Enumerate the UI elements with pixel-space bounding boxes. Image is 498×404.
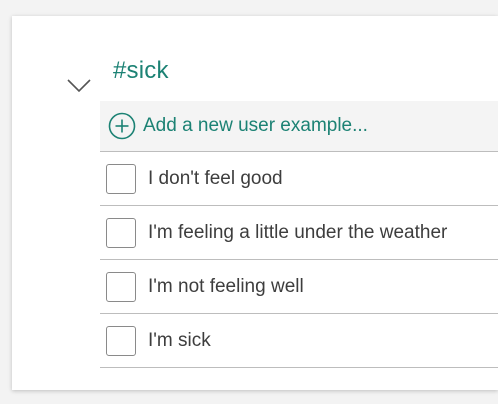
add-user-example-label: Add a new user example...: [143, 115, 368, 136]
intent-title: #sick: [113, 57, 169, 84]
user-examples-list: Add a new user example... I don't feel g…: [100, 101, 498, 368]
example-text[interactable]: I'm not feeling well: [148, 276, 304, 298]
example-row: I'm not feeling well: [100, 260, 498, 314]
example-checkbox[interactable]: [106, 325, 136, 356]
example-checkbox[interactable]: [106, 163, 136, 194]
example-checkbox[interactable]: [106, 271, 136, 302]
example-text[interactable]: I don't feel good: [148, 168, 283, 190]
add-circle-icon: [108, 112, 136, 140]
example-text[interactable]: I'm sick: [148, 330, 211, 352]
example-checkbox[interactable]: [106, 217, 136, 248]
chevron-down-icon[interactable]: [66, 76, 92, 94]
add-user-example-button[interactable]: Add a new user example...: [100, 101, 498, 152]
example-row: I'm feeling a little under the weather: [100, 206, 498, 260]
example-row: I'm sick: [100, 314, 498, 368]
example-row: I don't feel good: [100, 152, 498, 206]
example-text[interactable]: I'm feeling a little under the weather: [148, 222, 447, 244]
